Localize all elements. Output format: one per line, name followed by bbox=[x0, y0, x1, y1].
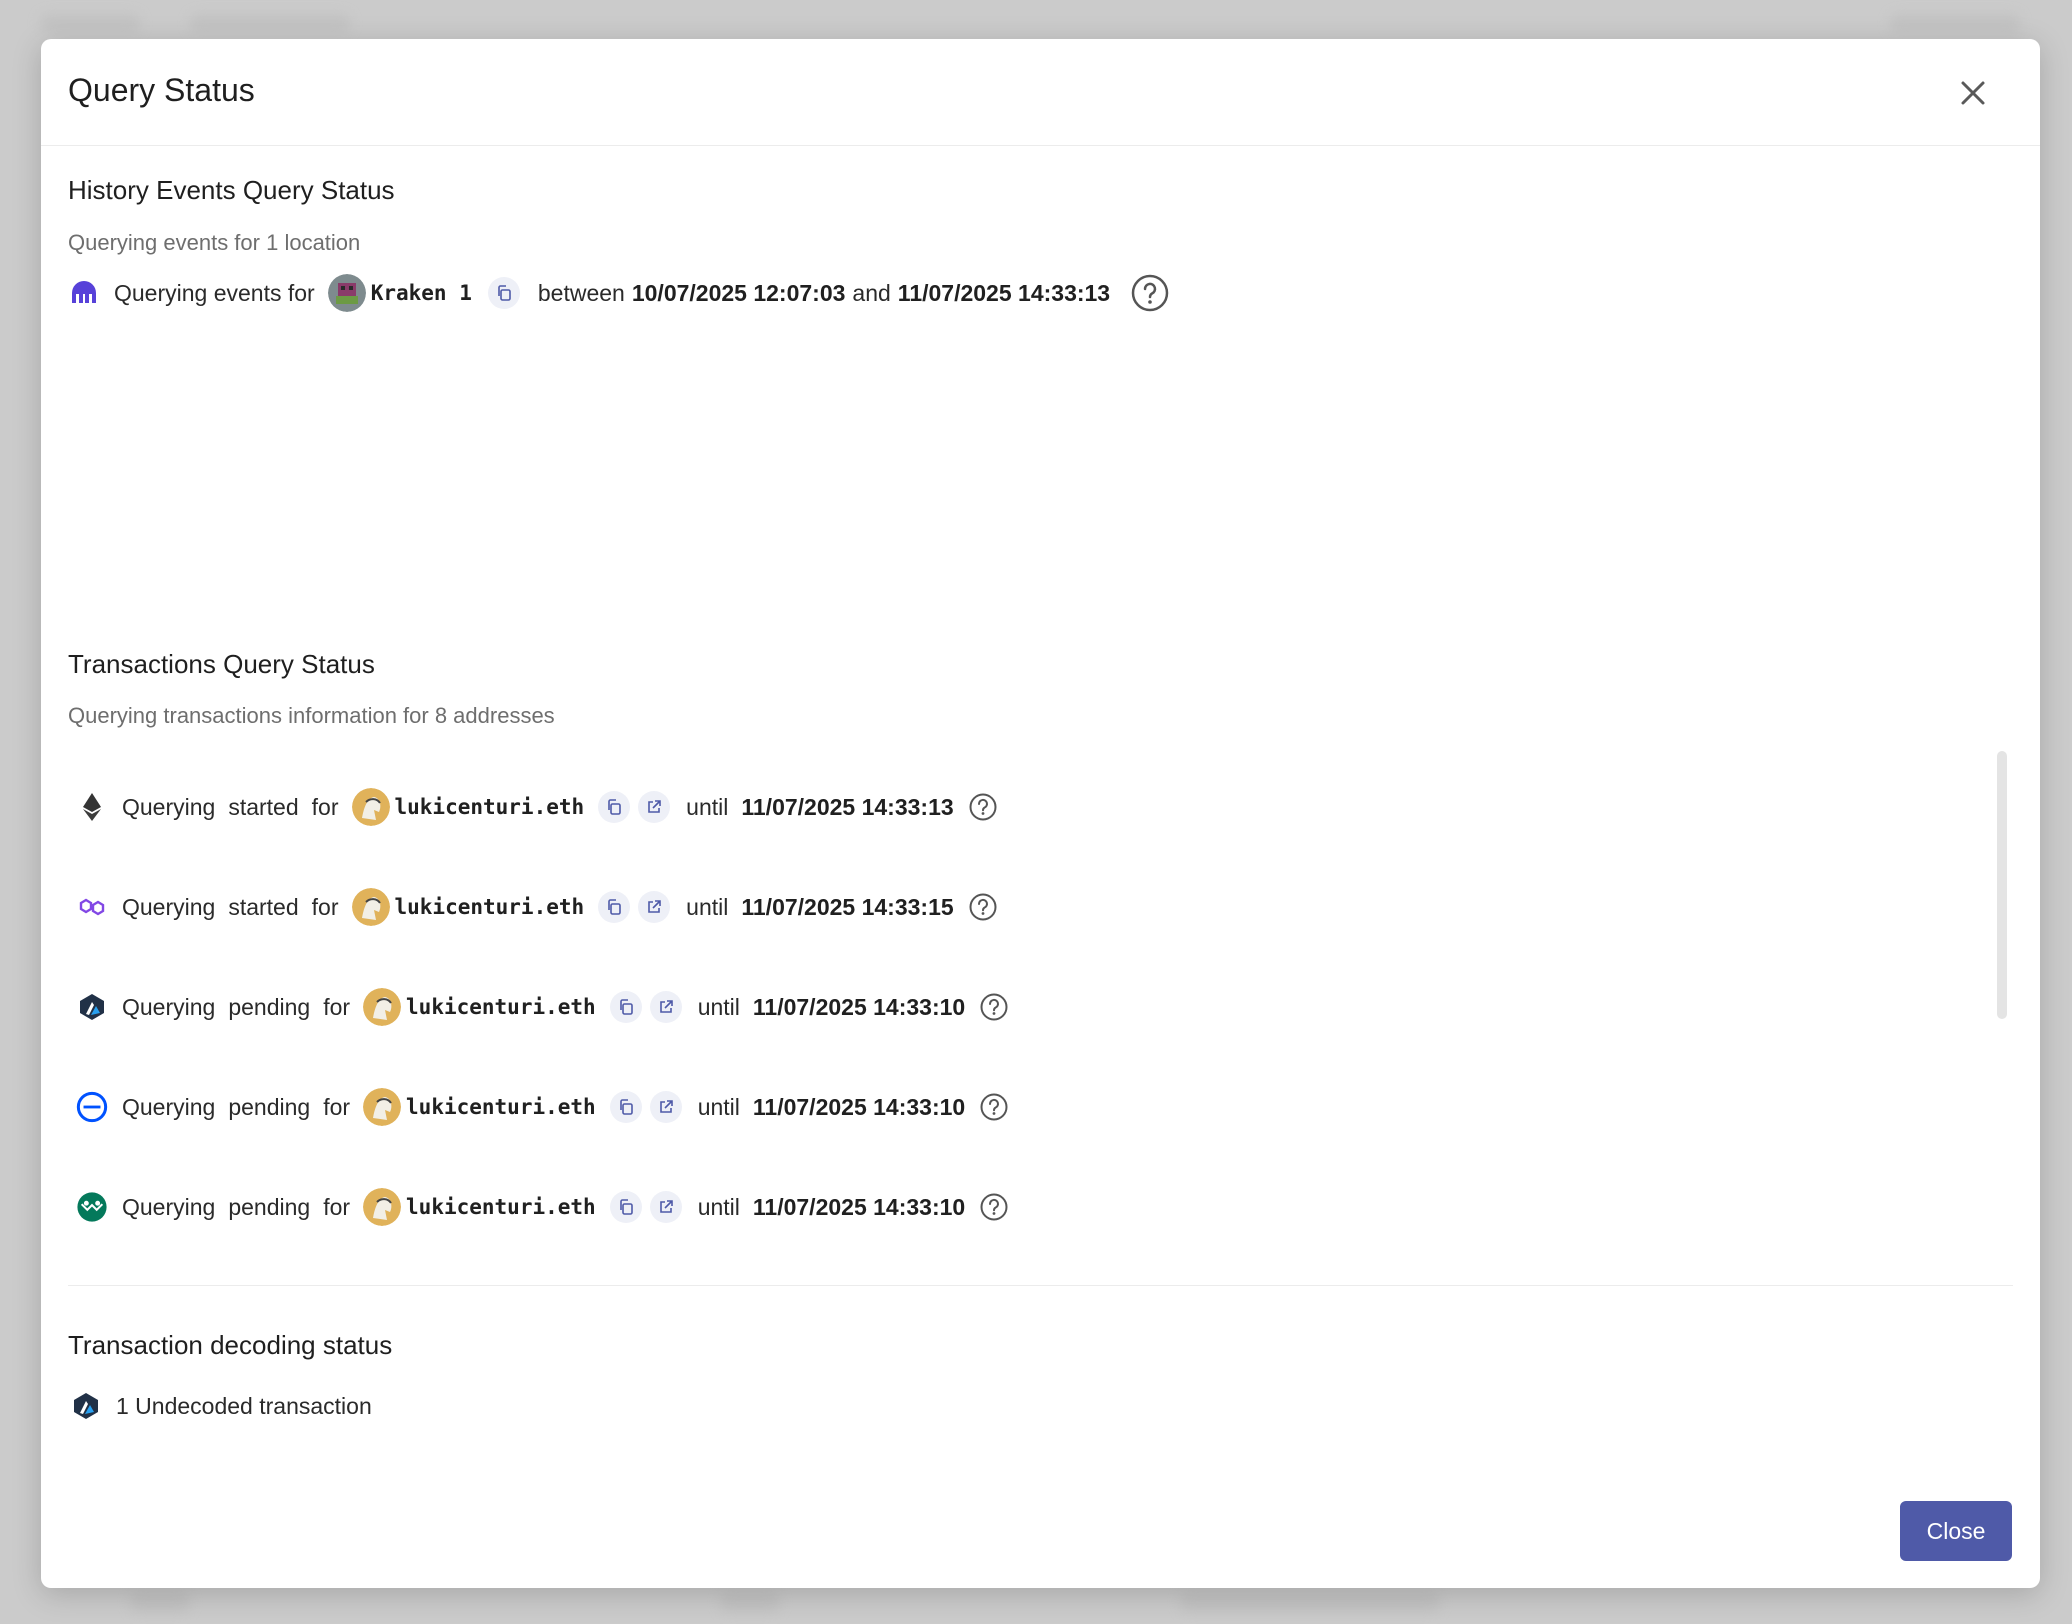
transactions-scroll-area[interactable]: Querying started for lukicenturi.eth unt… bbox=[41, 739, 2040, 1274]
history-to-time: 11/07/2025 14:33:13 bbox=[897, 279, 1111, 306]
row-state: started bbox=[228, 793, 299, 820]
history-section-title: History Events Query Status bbox=[68, 175, 395, 205]
arbitrum-icon bbox=[70, 1390, 102, 1422]
kraken-account-name: Kraken 1 bbox=[370, 281, 472, 305]
address-label: lukicenturi.eth bbox=[406, 1195, 596, 1219]
row-state: started bbox=[228, 893, 299, 920]
copy-icon[interactable] bbox=[598, 891, 631, 923]
history-prefix: Querying events for bbox=[114, 279, 315, 306]
row-state: pending bbox=[228, 1093, 311, 1120]
decoding-row: 1 Undecoded transaction bbox=[70, 1384, 372, 1428]
row-time: 11/07/2025 14:33:10 bbox=[752, 1093, 966, 1120]
row-word: for bbox=[311, 793, 339, 820]
row-time: 11/07/2025 14:33:13 bbox=[741, 793, 954, 820]
row-until: until bbox=[697, 1093, 740, 1120]
avatar bbox=[327, 274, 366, 312]
transactions-section-subtitle: Querying transactions information for 8 … bbox=[68, 703, 555, 728]
help-icon[interactable] bbox=[968, 792, 998, 822]
address-label: lukicenturi.eth bbox=[394, 895, 585, 919]
help-icon[interactable] bbox=[979, 992, 1009, 1022]
history-between: between bbox=[537, 279, 625, 306]
copy-icon[interactable] bbox=[598, 791, 631, 823]
row-time: 11/07/2025 14:33:10 bbox=[752, 993, 966, 1020]
row-until: until bbox=[686, 893, 729, 920]
address-label: lukicenturi.eth bbox=[406, 1095, 596, 1119]
row-state: pending bbox=[228, 1193, 311, 1220]
address-label: lukicenturi.eth bbox=[394, 795, 585, 819]
external-link-icon[interactable] bbox=[638, 791, 671, 823]
row-word: for bbox=[323, 1093, 351, 1120]
external-link-icon[interactable] bbox=[649, 991, 682, 1023]
decoding-section-title: Transaction decoding status bbox=[68, 1330, 393, 1360]
external-link-icon[interactable] bbox=[649, 1091, 682, 1123]
help-icon[interactable] bbox=[979, 1192, 1009, 1222]
avatar bbox=[351, 888, 390, 926]
avatar bbox=[351, 788, 390, 826]
help-icon[interactable] bbox=[1130, 273, 1170, 313]
copy-icon[interactable] bbox=[609, 1091, 642, 1123]
history-section-subtitle: Querying events for 1 location bbox=[68, 230, 361, 255]
close-icon[interactable] bbox=[1953, 73, 1993, 113]
divider bbox=[68, 1285, 2013, 1286]
row-time: 11/07/2025 14:33:15 bbox=[741, 893, 954, 920]
history-from-time: 10/07/2025 12:07:03 bbox=[631, 279, 846, 306]
dialog-header: Query Status bbox=[41, 39, 2040, 146]
close-button[interactable]: Close bbox=[1900, 1501, 2012, 1561]
list-item: Querying pending for lukicenturi.eth unt… bbox=[76, 1085, 1009, 1129]
row-state: pending bbox=[228, 993, 311, 1020]
arbitrum-icon bbox=[76, 991, 108, 1023]
ethereum-icon bbox=[76, 791, 108, 823]
external-link-icon[interactable] bbox=[649, 1191, 682, 1223]
help-icon[interactable] bbox=[968, 892, 998, 922]
list-item: Querying pending for lukicenturi.eth unt… bbox=[76, 1185, 1009, 1229]
copy-icon[interactable] bbox=[487, 277, 520, 309]
row-until: until bbox=[697, 1193, 740, 1220]
scrollbar[interactable] bbox=[1997, 751, 2007, 1019]
list-item: Querying started for lukicenturi.eth unt… bbox=[76, 785, 998, 829]
undecoded-count-text: 1 Undecoded transaction bbox=[116, 1392, 372, 1419]
row-word: Querying bbox=[122, 993, 216, 1020]
list-item: Querying started for lukicenturi.eth unt… bbox=[76, 885, 998, 929]
row-word: Querying bbox=[122, 793, 216, 820]
row-word: for bbox=[311, 893, 339, 920]
avatar bbox=[363, 1088, 402, 1126]
transactions-section-title: Transactions Query Status bbox=[68, 649, 375, 679]
avatar bbox=[363, 1188, 402, 1226]
list-item: Querying pending for lukicenturi.eth unt… bbox=[76, 985, 1009, 1029]
base-icon bbox=[76, 1091, 108, 1123]
row-until: until bbox=[697, 993, 740, 1020]
history-and: and bbox=[852, 279, 891, 306]
copy-icon[interactable] bbox=[609, 991, 642, 1023]
row-time: 11/07/2025 14:33:10 bbox=[752, 1193, 966, 1220]
avatar bbox=[363, 988, 402, 1026]
row-word: Querying bbox=[122, 893, 216, 920]
kraken-icon bbox=[68, 277, 100, 309]
dialog-title: Query Status bbox=[68, 72, 255, 108]
address-label: lukicenturi.eth bbox=[406, 995, 596, 1019]
external-link-icon[interactable] bbox=[638, 891, 671, 923]
row-word: Querying bbox=[122, 1193, 216, 1220]
help-icon[interactable] bbox=[979, 1092, 1009, 1122]
row-until: until bbox=[686, 793, 729, 820]
gnosis-icon bbox=[76, 1191, 108, 1223]
copy-icon[interactable] bbox=[609, 1191, 642, 1223]
query-status-dialog: Query Status History Events Query Status… bbox=[41, 39, 2040, 1588]
history-row: Querying events for Kraken 1 between 10/… bbox=[68, 271, 1170, 315]
row-word: for bbox=[323, 993, 351, 1020]
row-word: Querying bbox=[122, 1093, 216, 1120]
row-word: for bbox=[323, 1193, 351, 1220]
polygon-icon bbox=[76, 891, 108, 923]
